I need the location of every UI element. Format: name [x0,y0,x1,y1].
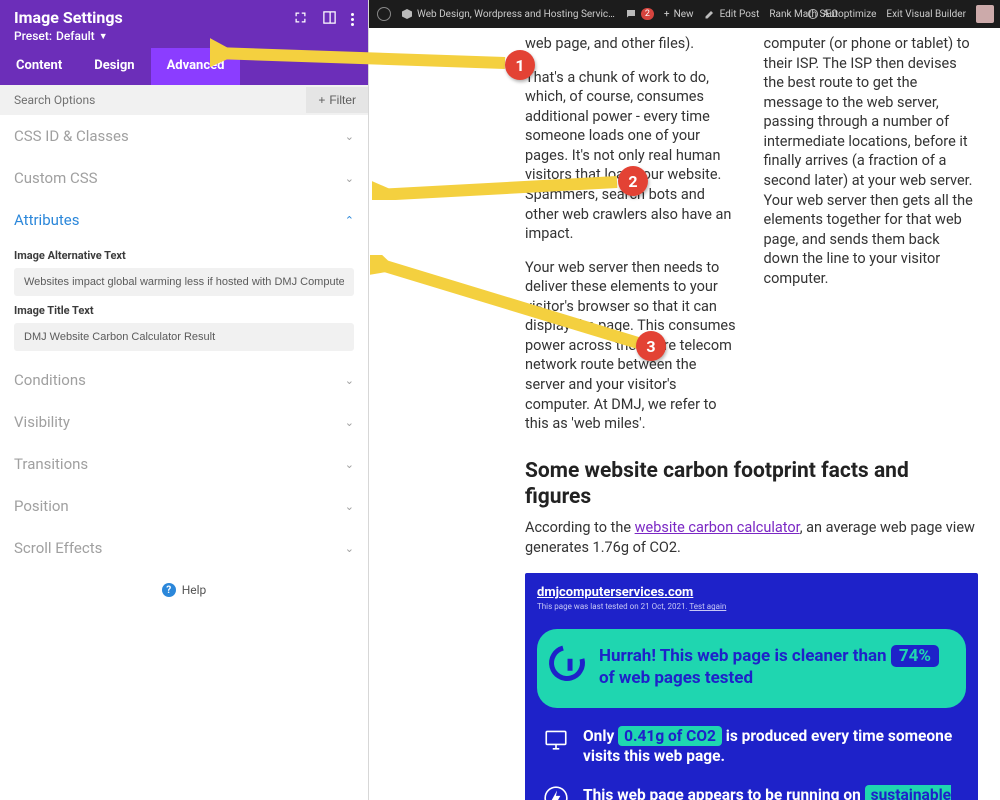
help-link[interactable]: ? Help [0,569,368,611]
section-attributes[interactable]: Attributes ⌃ [0,199,368,241]
help-icon: ? [162,583,176,597]
alt-text-input[interactable] [14,268,354,296]
section-position[interactable]: Position ⌄ [0,485,368,527]
article-heading: Some website carbon footprint facts and … [369,448,1000,515]
cleaner-than-block: Hurrah! This web page is cleaner than 74… [537,629,966,707]
section-custom-css[interactable]: Custom CSS ⌄ [0,157,368,199]
co2-badge: 0.41g of CO2 [618,726,722,746]
sections-list: CSS ID & Classes ⌄ Custom CSS ⌄ Attribut… [0,115,368,800]
comments-count[interactable]: 2 [625,8,654,20]
section-css-id-classes[interactable]: CSS ID & Classes ⌄ [0,115,368,157]
filter-button[interactable]: + Filter [306,87,368,113]
title-text-input[interactable] [14,323,354,351]
section-attributes-body: Image Alternative Text Image Title Text [0,249,368,359]
carbon-calculator-link[interactable]: website carbon calculator [635,519,800,536]
chevron-down-icon: ⌄ [345,130,354,143]
gauge-icon [542,639,591,688]
search-options[interactable]: Search Options [0,85,306,115]
settings-panel: Image Settings Preset: Default ▼ Content… [0,0,369,800]
chevron-down-icon: ⌄ [345,542,354,555]
chevron-down-icon: ⌄ [345,172,354,185]
tab-design[interactable]: Design [78,48,150,85]
expand-icon[interactable] [293,10,308,29]
annotation-marker-3: 3 [636,331,666,361]
kebab-menu-icon[interactable] [351,13,354,26]
annotation-marker-1: 1 [505,50,535,80]
article-col-right: computer (or phone or tablet) to their I… [764,34,979,448]
autoptimize[interactable]: Autoptimize [807,8,877,20]
exit-visual-builder[interactable]: Exit Visual Builder [886,9,966,20]
title-text-label: Image Title Text [14,304,354,317]
article-col-left: web page, and other files). That's a chu… [525,34,740,448]
energy-stat: This web page appears to be running on s… [537,785,966,800]
carbon-result-card: dmjcomputerservices.com This page was la… [525,573,978,800]
panel-layout-icon[interactable] [322,10,337,29]
edit-post[interactable]: Edit Post [704,8,760,20]
panel-header: Image Settings Preset: Default ▼ [0,0,368,48]
caret-down-icon: ▼ [99,31,108,42]
preset-selector[interactable]: Preset: Default ▼ [14,29,108,43]
wp-logo-icon[interactable] [377,7,391,21]
page-preview: Web Design, Wordpress and Hosting Servic… [369,0,1000,800]
section-conditions[interactable]: Conditions ⌄ [0,359,368,401]
section-visibility[interactable]: Visibility ⌄ [0,401,368,443]
article-columns: web page, and other files). That's a chu… [369,28,1000,448]
section-scroll-effects[interactable]: Scroll Effects ⌄ [0,527,368,569]
user-avatar[interactable] [976,5,994,23]
article-intro: According to the website carbon calculat… [369,514,1000,567]
article-text: computer (or phone or tablet) to their I… [764,34,979,288]
chevron-up-icon: ⌃ [345,214,354,227]
plus-icon: + [318,93,325,107]
tab-advanced[interactable]: Advanced [151,48,241,85]
section-transitions[interactable]: Transitions ⌄ [0,443,368,485]
test-again-link[interactable]: Test again [689,602,726,611]
new-menu[interactable]: + New [664,9,694,20]
percent-badge: 74% [891,645,939,667]
settings-tabs: Content Design Advanced [0,48,368,85]
alt-text-label: Image Alternative Text [14,249,354,262]
tested-url[interactable]: dmjcomputerservices.com [537,585,966,600]
chevron-down-icon: ⌄ [345,458,354,471]
article-text: Your web server then needs to deliver th… [525,258,740,434]
monitor-icon [543,726,569,752]
site-title[interactable]: Web Design, Wordpress and Hosting Servic… [401,8,615,20]
co2-stat: Only 0.41g of CO2 is produced every time… [537,726,966,768]
article-text: That's a chunk of work to do, which, of … [525,68,740,244]
bolt-icon [543,785,569,800]
chevron-down-icon: ⌄ [345,500,354,513]
wp-admin-bar: Web Design, Wordpress and Hosting Servic… [369,0,1000,28]
tab-content[interactable]: Content [0,48,78,85]
tested-date: This page was last tested on 21 Oct, 202… [537,602,966,611]
chevron-down-icon: ⌄ [345,374,354,387]
annotation-marker-2: 2 [618,166,648,196]
article-text: web page, and other files). [525,34,740,54]
chevron-down-icon: ⌄ [345,416,354,429]
search-row: Search Options + Filter [0,85,368,115]
panel-title: Image Settings [14,8,293,27]
